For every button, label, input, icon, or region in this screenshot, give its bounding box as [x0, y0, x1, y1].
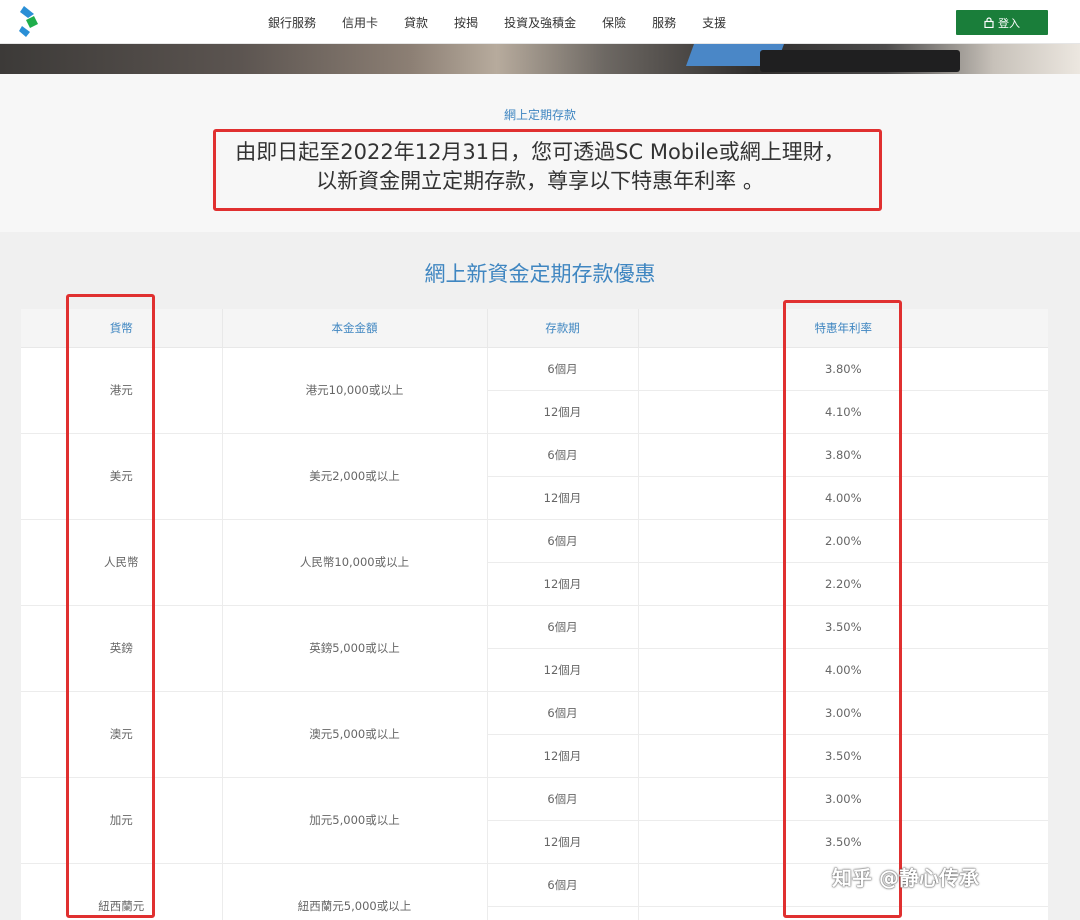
standard-chartered-logo-icon[interactable] [16, 4, 42, 38]
term-cell: 6個月 [487, 691, 639, 735]
term-cell: 6個月 [487, 605, 639, 649]
term-cell: 12個月 [487, 734, 639, 778]
nav-item[interactable]: 支援 [702, 14, 726, 31]
term-cell: 6個月 [487, 863, 639, 907]
nav-item[interactable]: 銀行服務 [268, 14, 316, 31]
highlight-box-announcement [213, 129, 882, 211]
header-term: 存款期 [487, 309, 639, 348]
term-cell: 12個月 [487, 648, 639, 692]
term-cell: 6個月 [487, 433, 639, 477]
table-title: 網上新資金定期存款優惠 [424, 262, 656, 286]
term-cell: 6個月 [487, 347, 639, 391]
top-navigation-bar: 銀行服務 信用卡 貸款 按揭 投資及強積金 保險 服務 支援 登入 [0, 0, 1080, 44]
hero-banner-image [0, 44, 1080, 74]
lock-icon [984, 17, 994, 28]
principal-cell: 澳元5,000或以上 [222, 691, 488, 778]
breadcrumb[interactable]: 網上定期存款 [0, 106, 1080, 123]
nav-item[interactable]: 按揭 [454, 14, 478, 31]
principal-cell: 加元5,000或以上 [222, 777, 488, 864]
principal-cell: 紐西蘭元5,000或以上 [222, 863, 488, 920]
wechat-icon [800, 867, 826, 892]
watermark: 知乎 @静心传承 [800, 862, 979, 892]
term-cell: 6個月 [487, 777, 639, 821]
term-cell: 12個月 [487, 820, 639, 864]
term-cell [487, 906, 639, 920]
principal-cell: 港元10,000或以上 [222, 347, 488, 434]
principal-cell: 英鎊5,000或以上 [222, 605, 488, 692]
highlight-box-currency-column [66, 294, 155, 918]
principal-cell: 美元2,000或以上 [222, 433, 488, 520]
term-cell: 6個月 [487, 519, 639, 563]
highlight-box-rate-column [783, 300, 902, 918]
term-cell: 12個月 [487, 390, 639, 434]
nav-item[interactable]: 投資及強積金 [504, 14, 576, 31]
hero-decoration [760, 50, 960, 72]
nav-item[interactable]: 保險 [602, 14, 626, 31]
header-principal: 本金金額 [222, 309, 488, 348]
principal-cell: 人民幣10,000或以上 [222, 519, 488, 606]
login-label: 登入 [998, 16, 1020, 30]
watermark-text: 知乎 @静心传承 [832, 866, 979, 890]
nav-item[interactable]: 服務 [652, 14, 676, 31]
term-cell: 12個月 [487, 476, 639, 520]
term-cell: 12個月 [487, 562, 639, 606]
main-nav: 銀行服務 信用卡 貸款 按揭 投資及強積金 保險 服務 支援 [268, 0, 752, 44]
nav-item[interactable]: 信用卡 [342, 14, 378, 31]
login-button[interactable]: 登入 [956, 10, 1048, 35]
nav-item[interactable]: 貸款 [404, 14, 428, 31]
